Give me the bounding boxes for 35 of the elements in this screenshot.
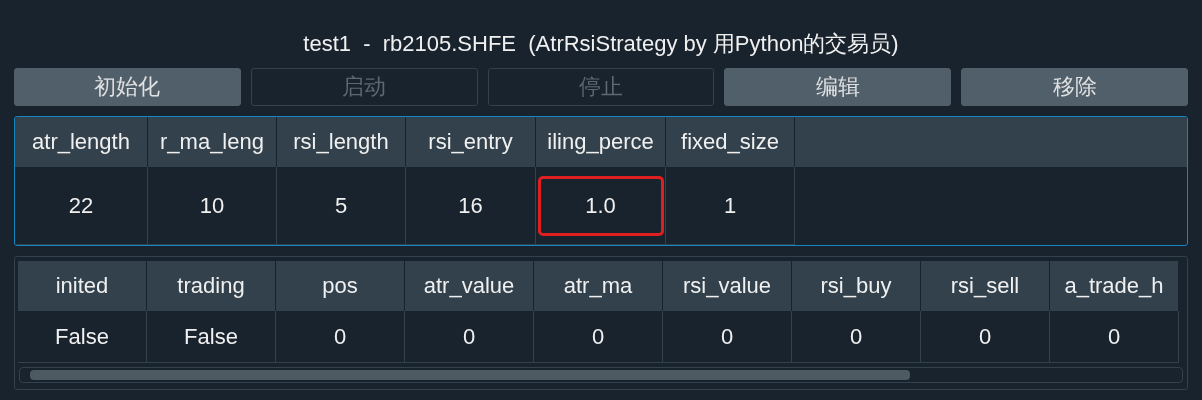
column-header: pos [276, 261, 405, 311]
table-cell: 1 [723, 192, 737, 219]
column-header: atr_value [405, 261, 534, 311]
highlighted-cell: 1.0 [537, 175, 664, 236]
column-header: rsi_value [663, 261, 792, 311]
table-cell: 5 [334, 192, 348, 219]
column-header: rsi_entry [406, 117, 536, 167]
table-cell: 0 [921, 311, 1050, 363]
table-cell: 0 [534, 311, 663, 363]
table-cell: 0 [1050, 311, 1179, 363]
table-cell: 0 [663, 311, 792, 363]
window-title: test1 - rb2105.SHFE (AtrRsiStrategy by 用Python的交易员) [303, 30, 899, 58]
table-cell: 16 [458, 192, 483, 219]
column-header: rsi_buy [792, 261, 921, 311]
column-header: rsi_length [277, 117, 406, 167]
column-header: inited [18, 261, 147, 311]
table-cell: False [147, 311, 276, 363]
action-button[interactable]: 移除 [961, 68, 1188, 106]
table-cell: 0 [405, 311, 534, 363]
column-header: r_ma_leng [148, 117, 277, 167]
column-header: fixed_size [666, 117, 795, 167]
table-cell: 0 [276, 311, 405, 363]
column-header: iling_perce [536, 117, 666, 167]
column-header: atr_length [15, 117, 148, 167]
column-header: rsi_sell [921, 261, 1050, 311]
column-header: atr_ma [534, 261, 663, 311]
table-cell: False [18, 311, 147, 363]
table-cell: 0 [792, 311, 921, 363]
scrollbar[interactable] [19, 367, 1183, 383]
table-cell: 22 [68, 192, 94, 219]
action-button[interactable]: 编辑 [724, 68, 952, 106]
column-header: a_trade_h [1050, 261, 1179, 311]
column-header: trading [147, 261, 276, 311]
table-cell: 10 [199, 192, 225, 219]
action-button[interactable]: 初始化 [14, 68, 241, 106]
